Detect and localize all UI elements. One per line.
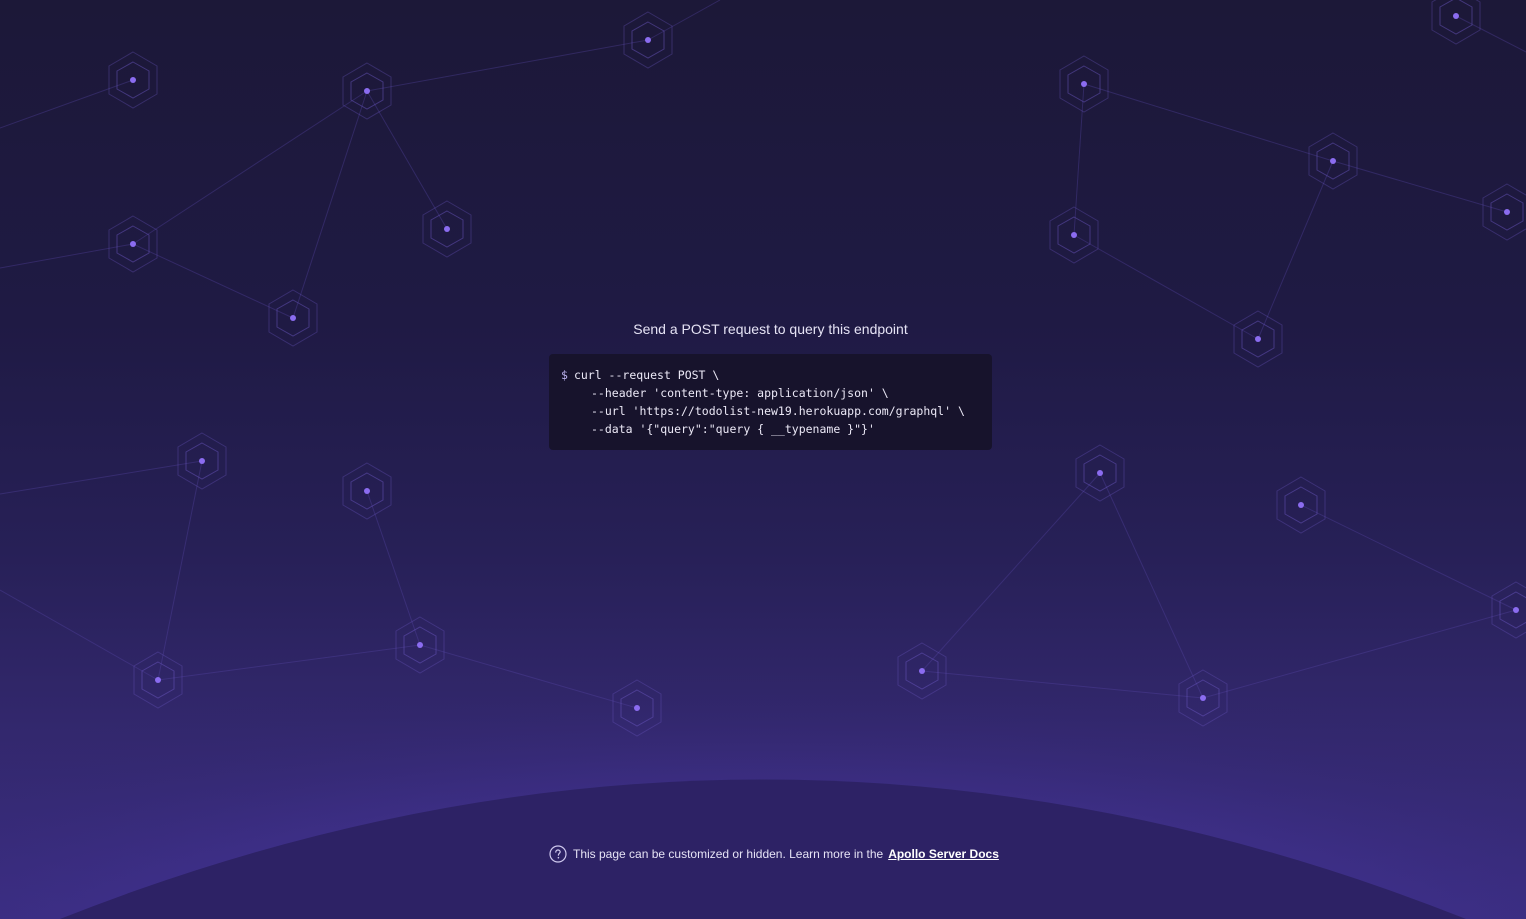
code-line-text: --data '{"query":"query { __typename }"}… <box>591 422 875 436</box>
network-node <box>1049 206 1099 264</box>
network-node <box>1308 132 1358 190</box>
question-circle-icon <box>549 845 567 863</box>
code-line: --header 'content-type: application/json… <box>561 384 980 402</box>
code-line-text: --url 'https://todolist-new19.herokuapp.… <box>591 404 965 418</box>
network-node <box>1059 55 1109 113</box>
network-node <box>342 462 392 520</box>
network-node <box>268 289 318 347</box>
network-node <box>422 200 472 258</box>
endpoint-panel: Send a POST request to query this endpoi… <box>549 318 992 450</box>
landing-page: Send a POST request to query this endpoi… <box>0 0 1526 919</box>
network-node <box>342 62 392 120</box>
network-node <box>108 215 158 273</box>
code-line: $ curl --request POST \ <box>561 366 980 384</box>
page-headline: Send a POST request to query this endpoi… <box>633 321 908 337</box>
network-background <box>0 0 1526 919</box>
shell-prompt: $ <box>561 368 568 382</box>
code-line-text: curl --request POST \ <box>573 368 720 382</box>
network-node <box>623 11 673 69</box>
network-node <box>1482 183 1526 241</box>
footer-text: This page can be customized or hidden. L… <box>573 847 884 861</box>
apollo-server-docs-link[interactable]: Apollo Server Docs <box>888 847 999 861</box>
footer-note: This page can be customized or hidden. L… <box>549 843 999 865</box>
network-node <box>1075 444 1125 502</box>
code-line-text: --header 'content-type: application/json… <box>591 386 889 400</box>
code-line: --data '{"query":"query { __typename }"}… <box>561 420 980 438</box>
network-node <box>177 432 227 490</box>
network-node <box>1431 0 1481 45</box>
curl-code-block[interactable]: $ curl --request POST \ --header 'content-… <box>549 354 992 450</box>
network-node <box>1233 310 1283 368</box>
network-node <box>1276 476 1326 534</box>
code-line: --url 'https://todolist-new19.herokuapp.… <box>561 402 980 420</box>
network-node <box>108 51 158 109</box>
